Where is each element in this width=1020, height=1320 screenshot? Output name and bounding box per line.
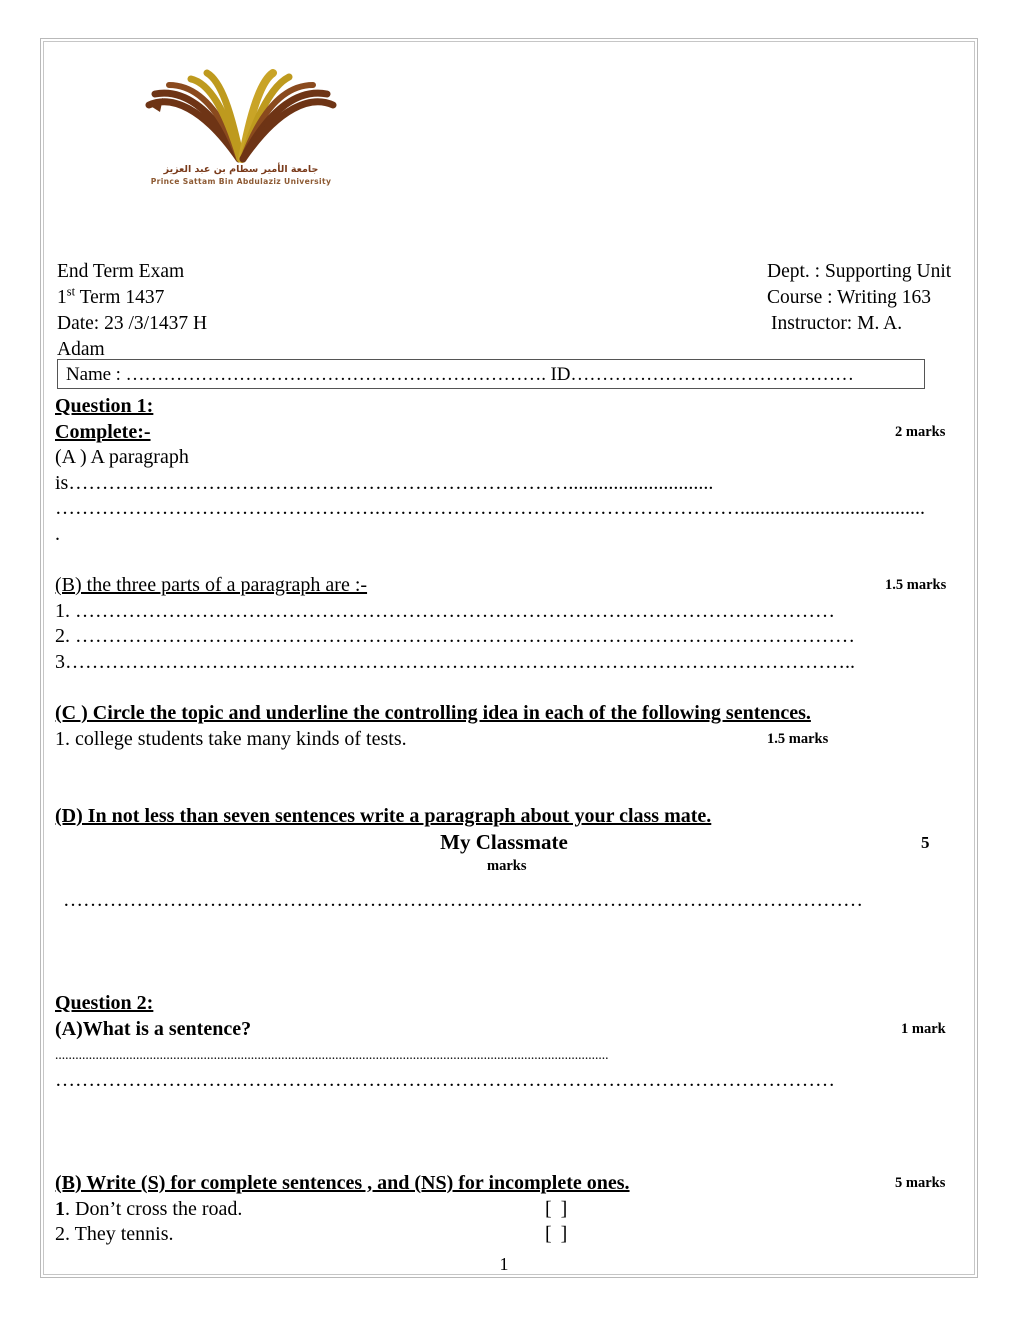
logo-arabic-name: جامعة الأمير سطام بن عبد العزيز [163, 164, 319, 175]
spacer-before-q2-part-b [55, 1145, 953, 1171]
instructor-label: Instructor: M. A. [771, 313, 903, 334]
question1-part-b-item-3-row: 3………………………………………………………………………………………………………… [55, 650, 953, 676]
question1-marks: 2 marks [895, 423, 946, 440]
question1-part-a-line3-row: . [55, 522, 953, 548]
term-rest: Term 1437 [75, 287, 165, 308]
question2-part-b-item-2-row: 2. They tennis. [ ] [55, 1222, 953, 1248]
question2-part-b-marks: 5 marks [895, 1175, 946, 1191]
page-number-row: 1 [55, 1252, 953, 1278]
term-ordinal-suffix: st [66, 284, 76, 299]
question1-part-d-topic-row: My Classmate 5 [55, 830, 953, 857]
question1-title: Question 1: [55, 395, 154, 417]
question1-part-c-item-1: 1. college students take many kinds of t… [55, 727, 407, 750]
exam-title: End Term Exam [57, 261, 185, 282]
logo-english-name: Prince Sattam Bin Abdulaziz University [150, 177, 332, 186]
header-row-2: 1st Term 1437 Course : Writing 163 [57, 285, 947, 311]
exam-body: Question 1: Complete:- 2 marks (A ) A pa… [55, 394, 953, 1277]
header-row-1: End Term Exam Dept. : Supporting Unit [57, 259, 951, 285]
student-name-id-field[interactable]: Name : …………………………………………………………. ID…………………… [66, 362, 854, 388]
question1-part-c-label-row: (C ) Circle the topic and underline the … [55, 701, 953, 727]
question1-part-a-line1[interactable]: is………………………………………………………………….............… [55, 471, 953, 497]
question1-part-c-label: (C ) Circle the topic and underline the … [55, 702, 811, 724]
university-logo: جامعة الأمير سطام بن عبد العزيز Prince S… [141, 67, 341, 207]
question2-part-a-line2[interactable]: ……………………………………………………………………………………………………… [55, 1068, 953, 1094]
question1-part-b-marks: 1.5 marks [885, 577, 947, 593]
spacer-after-part-a [55, 547, 953, 573]
logo-book-icon [145, 69, 337, 163]
question2-part-a-line2-row: ……………………………………………………………………………………………………… [55, 1068, 953, 1094]
question1-part-b-item-2-row: 2. …………………………………………………………………………………………………… [55, 624, 953, 650]
question2-part-b-item-1-text: . Don’t cross the road. [65, 1197, 243, 1220]
question1-part-b-item-1[interactable]: 1. …………………………………………………………………………………………………… [55, 599, 953, 625]
spacer-after-part-b [55, 675, 953, 701]
spacer-after-part-c [55, 752, 953, 804]
question1-part-d-answer-line[interactable]: ………………………………………………………………………………………………………… [55, 888, 953, 914]
question1-part-c-marks: 1.5 marks [767, 730, 829, 747]
question1-part-a-line2-row: ………………………………………….……………………………………………….....… [55, 496, 953, 522]
question2-part-a-marks: 1 mark [901, 1020, 946, 1037]
term-label: 1st Term 1437 [57, 285, 164, 311]
question1-part-a-line1-row: is………………………………………………………………….............… [55, 471, 953, 497]
exam-header: End Term Exam Dept. : Supporting Unit 1s… [57, 259, 951, 363]
question1-part-a-label-row: (A ) A paragraph [55, 445, 953, 471]
question1-part-a-line2[interactable]: ………………………………………….……………………………………………….....… [55, 496, 953, 522]
question1-part-d-label-row: (D) In not less than seven sentences wri… [55, 804, 953, 830]
question1-part-d-topic: My Classmate [440, 829, 568, 854]
question1-part-b-label-row: (B) the three parts of a paragraph are :… [55, 573, 953, 599]
date-label: Date: 23 /3/1437 H [57, 313, 208, 334]
question1-part-b-label: (B) the three parts of a paragraph are :… [55, 574, 368, 596]
student-name-box[interactable]: Name : …………………………………………………………. ID…………………… [57, 359, 925, 389]
question1-part-d-marks-word-row: marks [55, 856, 953, 882]
department-label: Dept. : Supporting Unit [767, 261, 952, 282]
question1-part-a-line3: . [55, 522, 60, 545]
question1-part-b-item-3[interactable]: 3………………………………………………………………………………………………………… [55, 650, 953, 676]
question1-part-d-marks-word: marks [487, 858, 527, 874]
exam-page: جامعة الأمير سطام بن عبد العزيز Prince S… [40, 38, 978, 1278]
term-number: 1 [57, 287, 67, 308]
question1-part-d-answer-row: ………………………………………………………………………………………………………… [55, 888, 953, 914]
question2-part-b-item-1-row: 1. Don’t cross the road. [ ] [55, 1197, 953, 1223]
spacer-after-q2-part-a [55, 1093, 953, 1145]
question2-part-b-item-2-bracket[interactable]: [ ] [545, 1222, 569, 1248]
question2-part-b-item-1-number: 1 [55, 1197, 65, 1220]
question2-part-b-item-1-bracket[interactable]: [ ] [545, 1197, 569, 1223]
question2-part-a-line1-row: ........................................… [55, 1042, 953, 1068]
question1-part-a-label: (A ) A paragraph [55, 446, 189, 468]
spacer-before-question2 [55, 965, 953, 991]
course-label: Course : Writing 163 [767, 287, 932, 308]
header-row-3: Date: 23 /3/1437 H Instructor: M. A. [57, 311, 947, 337]
question2-title: Question 2: [55, 992, 154, 1014]
question2-part-a-label: (A)What is a sentence? [55, 1017, 252, 1040]
question2-part-b-label-row: (B) Write (S) for complete sentences , a… [55, 1171, 953, 1197]
question2-part-a-line1[interactable]: ........................................… [55, 1042, 953, 1068]
question1-instruction: Complete:- [55, 420, 151, 443]
question2-part-a-label-row: (A)What is a sentence? 1 mark [55, 1017, 953, 1043]
page-number: 1 [499, 1253, 509, 1274]
question1-part-c-item-1-row: 1. college students take many kinds of t… [55, 727, 953, 753]
question1-part-d-marks-number: 5 [921, 832, 930, 852]
question1-part-d-label: (D) In not less than seven sentences wri… [55, 805, 712, 827]
spacer-after-part-d [55, 913, 953, 965]
question1-instruction-row: Complete:- 2 marks [55, 420, 953, 446]
question1-part-b-item-2[interactable]: 2. …………………………………………………………………………………………………… [55, 624, 953, 650]
question2-part-b-label: (B) Write (S) for complete sentences , a… [55, 1172, 630, 1194]
question1-part-b-item-1-row: 1. …………………………………………………………………………………………………… [55, 599, 953, 625]
question1-title-row: Question 1: [55, 394, 953, 420]
question2-part-b-item-2-text: 2. They tennis. [55, 1223, 174, 1245]
question2-title-row: Question 2: [55, 991, 953, 1017]
